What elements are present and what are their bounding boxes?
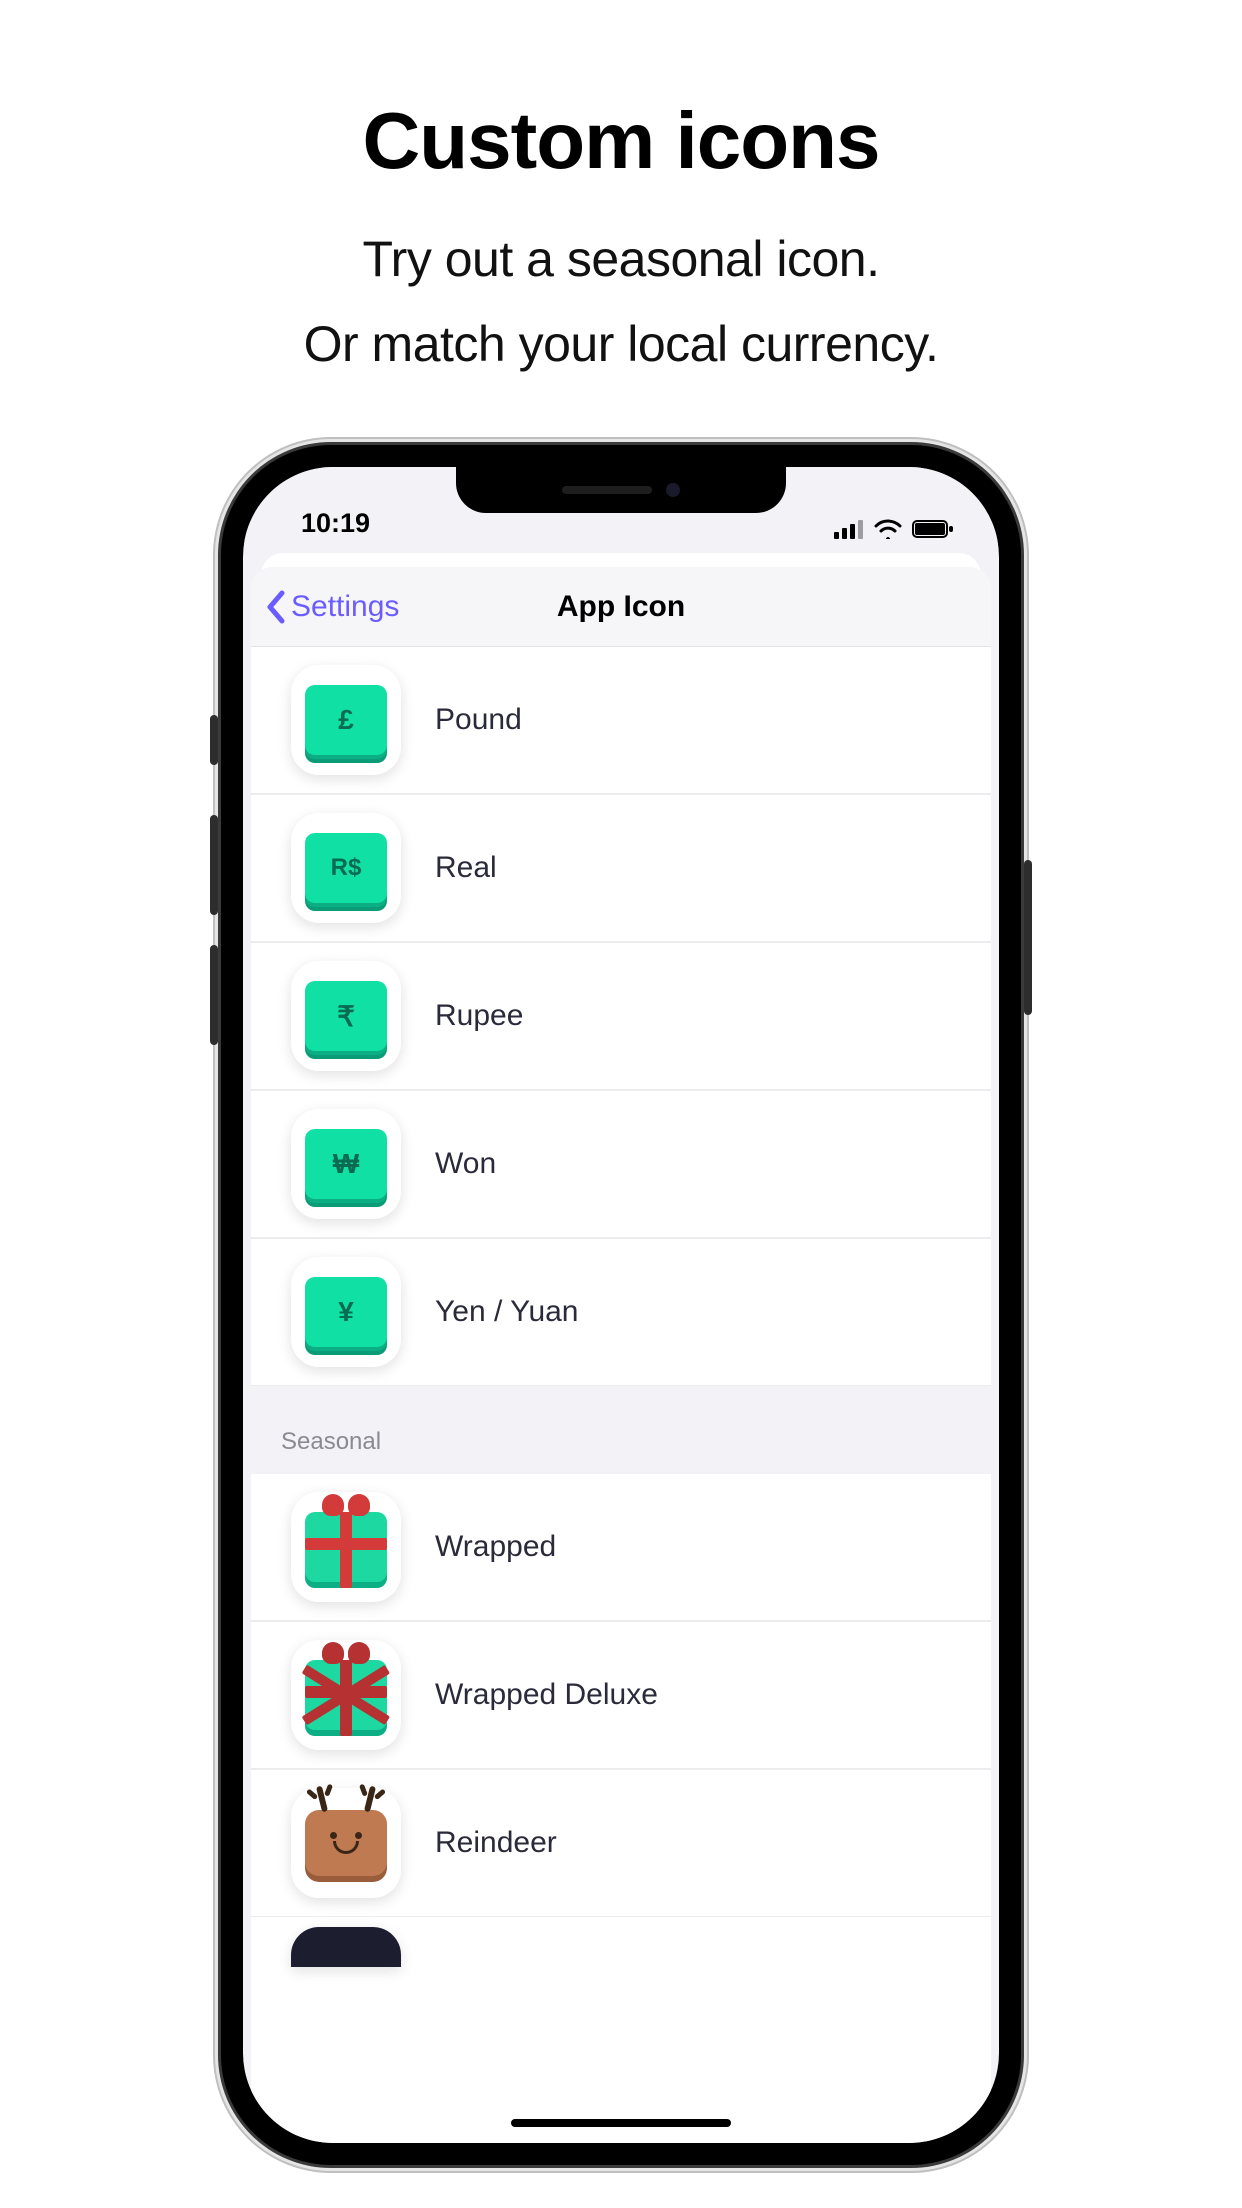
promo-subtitle-2: Or match your local currency. (0, 315, 1242, 373)
phone-silence-switch (210, 715, 218, 765)
pound-icon: £ (291, 665, 401, 775)
promo-subtitle-1: Try out a seasonal icon. (0, 230, 1242, 288)
wrapped-deluxe-icon (291, 1640, 401, 1750)
battery-icon (912, 519, 954, 539)
yen-icon: ¥ (291, 1257, 401, 1367)
wrapped-icon (291, 1492, 401, 1602)
back-label: Settings (291, 590, 399, 624)
cellular-icon (834, 519, 864, 539)
list-item-peek (291, 1927, 401, 1967)
navigation-bar: Settings App Icon (251, 567, 991, 647)
phone-volume-up (210, 815, 218, 915)
phone-frame: 10:19 (221, 445, 1021, 2165)
list-item-label: Reindeer (435, 1826, 557, 1860)
list-item-label: Rupee (435, 999, 523, 1033)
rupee-icon: ₹ (291, 961, 401, 1071)
icon-list[interactable]: £ Pound R$ Real ₹ Rupee (251, 647, 991, 1967)
phone-notch (456, 467, 786, 513)
list-item-label: Wrapped Deluxe (435, 1678, 658, 1712)
phone-volume-down (210, 945, 218, 1045)
back-button[interactable]: Settings (251, 590, 399, 624)
list-item[interactable]: Wrapped (251, 1474, 991, 1621)
list-item-label: Wrapped (435, 1530, 556, 1564)
list-item[interactable]: Wrapped Deluxe (251, 1621, 991, 1769)
list-item-label: Real (435, 851, 497, 885)
list-item-label: Yen / Yuan (435, 1295, 579, 1329)
wifi-icon (874, 519, 902, 539)
list-item[interactable]: ¥ Yen / Yuan (251, 1238, 991, 1386)
reindeer-icon (291, 1788, 401, 1898)
list-item-label: Won (435, 1147, 496, 1181)
list-item[interactable]: Reindeer (251, 1769, 991, 1917)
settings-sheet: Settings App Icon £ Pound R$ Real (251, 567, 991, 2143)
chevron-left-icon (265, 590, 287, 624)
section-header-seasonal: Seasonal (251, 1386, 991, 1474)
phone-power-button (1024, 860, 1032, 1015)
home-indicator[interactable] (511, 2119, 731, 2127)
status-time: 10:19 (301, 508, 370, 539)
list-item[interactable]: ₹ Rupee (251, 942, 991, 1090)
real-icon: R$ (291, 813, 401, 923)
list-item[interactable]: ₩ Won (251, 1090, 991, 1238)
list-item[interactable]: R$ Real (251, 794, 991, 942)
promo-title: Custom icons (0, 95, 1242, 187)
won-icon: ₩ (291, 1109, 401, 1219)
list-item-label: Pound (435, 703, 522, 737)
list-item[interactable]: £ Pound (251, 647, 991, 794)
